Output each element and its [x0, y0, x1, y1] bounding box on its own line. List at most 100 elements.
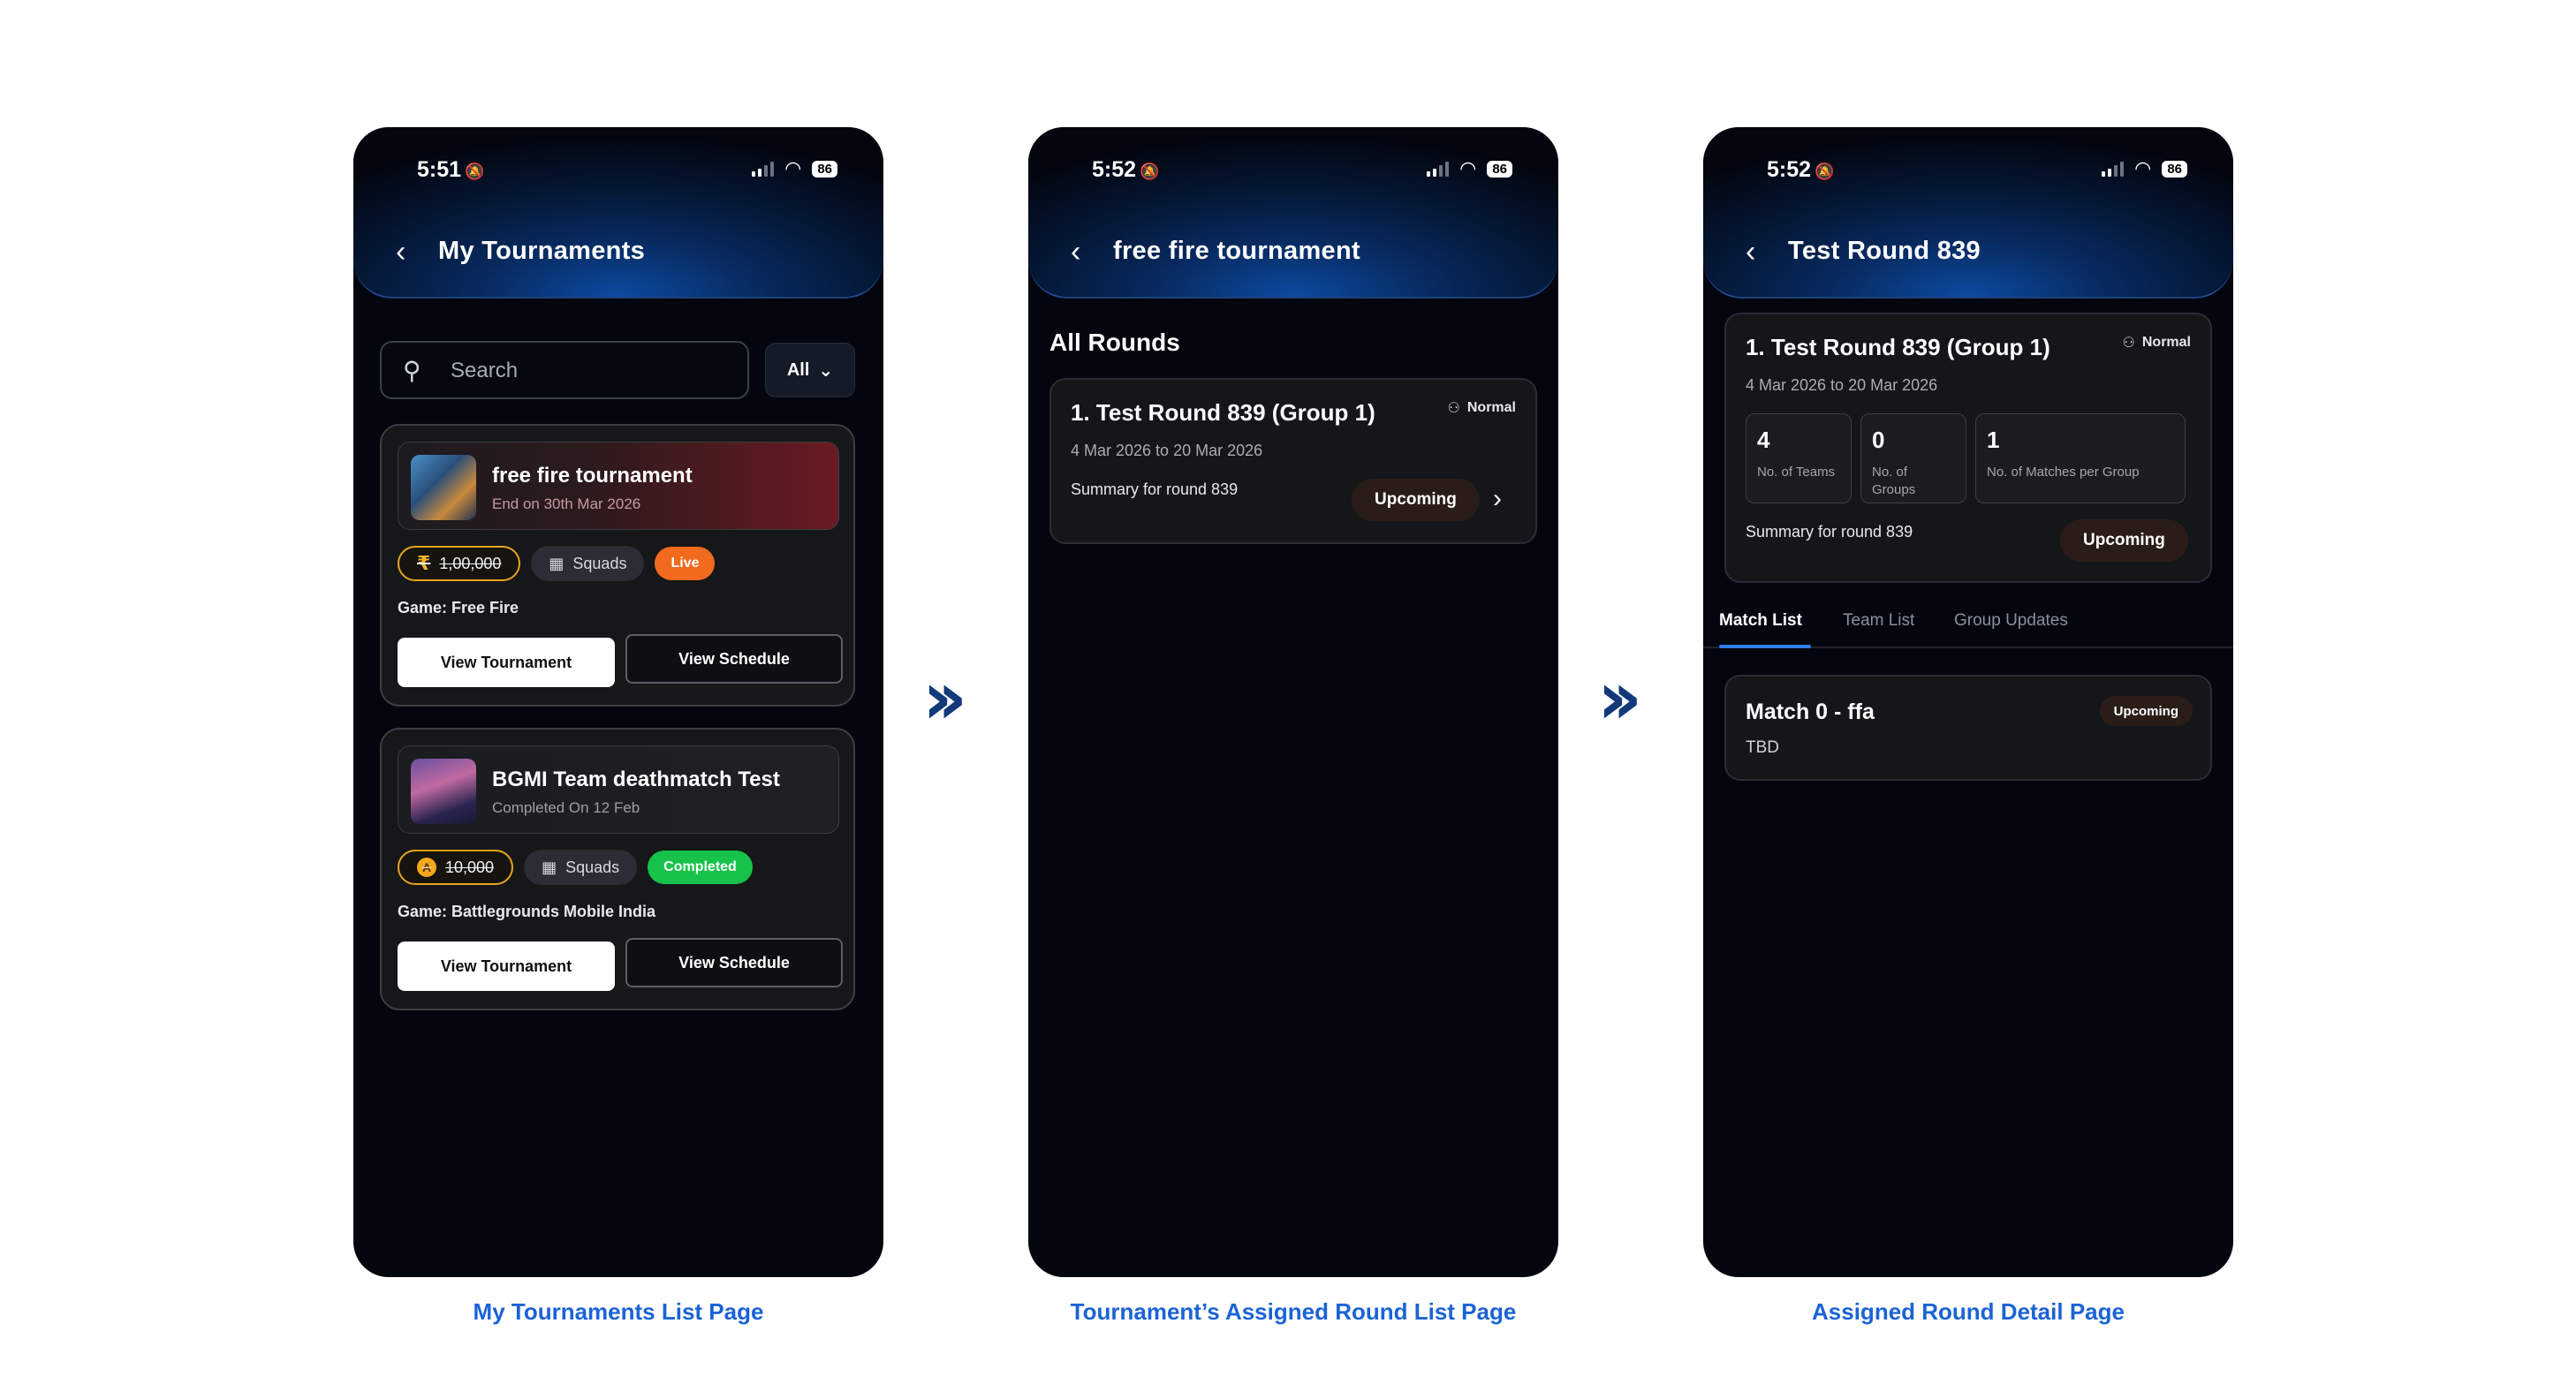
battery-icon: 86	[1487, 160, 1512, 178]
app-header: 5:52 🔕 ◠ 86 ‹ free fire tournament	[1028, 127, 1558, 299]
view-schedule-button[interactable]: View Schedule	[625, 634, 843, 684]
wifi-icon: ◠	[784, 157, 802, 179]
coin-icon: A	[417, 858, 436, 877]
tournament-end-date: End on 30th Mar 2026	[492, 495, 641, 512]
tab-group-updates[interactable]: Group Updates	[1954, 611, 2068, 631]
status-badge: Completed	[648, 851, 753, 884]
stat-label: No. of Groups	[1872, 465, 1916, 498]
section-title: All Rounds	[1049, 329, 1180, 356]
stat-teams: 4 No. of Teams	[1746, 413, 1852, 503]
back-icon[interactable]: ‹	[396, 237, 405, 267]
page-title: free fire tournament	[1113, 237, 1360, 265]
tournament-thumbnail	[411, 455, 476, 520]
stat-matches-per-group: 1 No. of Matches per Group	[1975, 413, 2186, 503]
prize-amount: 10,000	[445, 858, 495, 876]
search-box[interactable]: ⚲	[380, 341, 749, 399]
signal-icon	[752, 161, 775, 177]
wifi-icon: ◠	[2134, 157, 2152, 179]
round-detail-card: 1. Test Round 839 (Group 1) ⚇ Normal 4 M…	[1724, 313, 2212, 583]
match-name: Match 0 - ffa	[1746, 700, 1875, 724]
game-label: Game: Battlegrounds Mobile India	[398, 903, 656, 920]
tournament-name: free fire tournament	[492, 464, 693, 488]
chevron-down-icon: ⌄	[818, 360, 834, 381]
battery-icon: 86	[812, 160, 837, 178]
view-schedule-button[interactable]: View Schedule	[625, 938, 843, 987]
round-dates: 4 Mar 2026 to 20 Mar 2026	[1746, 376, 1938, 394]
search-icon: ⚲	[403, 357, 421, 384]
tournament-completed-date: Completed On 12 Feb	[492, 799, 640, 816]
tournament-card[interactable]: free fire tournament End on 30th Mar 202…	[380, 424, 855, 707]
battery-icon: 86	[2162, 160, 2187, 178]
status-time: 5:52 🔕	[1092, 157, 1160, 182]
round-stats: 4 No. of Teams 0 No. of Groups 1 No. of …	[1746, 413, 2186, 503]
active-tab-indicator	[1719, 645, 1811, 648]
status-bar-right: ◠ 86	[1427, 159, 1512, 178]
caption-round-detail-page: Assigned Round Detail Page	[1812, 1298, 2125, 1325]
game-label: Game: Free Fire	[398, 599, 519, 616]
status-badge: Live	[655, 547, 716, 580]
round-card[interactable]: 1. Test Round 839 (Group 1) ⚇ Normal 4 M…	[1049, 378, 1537, 544]
filter-dropdown[interactable]: All ⌄	[765, 343, 855, 397]
bell-off-icon: 🔕	[1815, 163, 1835, 180]
round-summary: Summary for round 839	[1746, 523, 1913, 541]
wifi-icon: ◠	[1459, 157, 1477, 179]
back-icon[interactable]: ‹	[1746, 237, 1755, 267]
mode-label: Squads	[572, 554, 627, 572]
view-tournament-button[interactable]: View Tournament	[398, 638, 615, 687]
match-time: TBD	[1746, 738, 1779, 757]
tournament-chips: ₹ 1,00,000 ▦ Squads Live	[398, 546, 716, 581]
status-time: 5:51 🔕	[417, 157, 485, 182]
stat-label: No. of Teams	[1757, 465, 1836, 480]
app-header: 5:51 🔕 ◠ 86 ‹ My Tournaments	[353, 127, 883, 299]
tournament-banner: BGMI Team deathmatch Test Completed On 1…	[398, 745, 839, 834]
map-icon: ▦	[542, 858, 557, 876]
status-bar-right: ◠ 86	[2102, 159, 2187, 178]
chevron-right-icon[interactable]: ›	[1493, 484, 1502, 514]
back-icon[interactable]: ‹	[1071, 237, 1080, 267]
round-type: ⚇ Normal	[2123, 334, 2191, 352]
tournament-thumbnail	[411, 759, 476, 824]
mode-label: Squads	[565, 858, 620, 876]
round-type: ⚇ Normal	[1448, 399, 1516, 417]
view-tournament-button[interactable]: View Tournament	[398, 941, 615, 991]
mode-chip: ▦ Squads	[531, 546, 645, 581]
tab-team-list[interactable]: Team List	[1843, 611, 1914, 631]
page-title: Test Round 839	[1788, 237, 1981, 265]
tournament-name: BGMI Team deathmatch Test	[492, 768, 780, 791]
round-dates: 4 Mar 2026 to 20 Mar 2026	[1071, 442, 1263, 459]
bell-off-icon: 🔕	[1140, 163, 1160, 180]
phone-round-list: 5:52 🔕 ◠ 86 ‹ free fire tournament All Ro…	[1028, 127, 1558, 1277]
round-summary: Summary for round 839	[1071, 480, 1239, 498]
stat-value: 1	[1987, 427, 2000, 453]
stat-value: 0	[1872, 427, 1885, 453]
tournament-banner: free fire tournament End on 30th Mar 202…	[398, 442, 839, 530]
round-status-badge: Upcoming	[1352, 479, 1480, 521]
double-chevron-icon: ››	[922, 654, 967, 741]
prize-chip: ₹ 1,00,000	[398, 546, 521, 581]
round-status-badge: Upcoming	[2060, 519, 2188, 562]
app-header: 5:52 🔕 ◠ 86 ‹ Test Round 839	[1703, 127, 2233, 299]
phone-round-detail: 5:52 🔕 ◠ 86 ‹ Test Round 839 1. Test Roun…	[1703, 127, 2233, 1277]
users-icon: ⚇	[2122, 336, 2135, 351]
prize-amount: 1,00,000	[439, 554, 502, 572]
map-icon: ▦	[549, 554, 564, 572]
page-title: My Tournaments	[438, 237, 646, 265]
stat-groups: 0 No. of Groups	[1860, 413, 1966, 503]
round-name: 1. Test Round 839 (Group 1)	[1071, 399, 1375, 426]
prize-chip: A 10,000	[398, 850, 514, 885]
round-type-label: Normal	[2141, 335, 2191, 350]
round-type-label: Normal	[1466, 400, 1516, 415]
match-card[interactable]: Match 0 - ffa TBD Upcoming	[1724, 675, 2212, 781]
bell-off-icon: 🔕	[465, 163, 485, 180]
caption-round-list-page: Tournament’s Assigned Round List Page	[1070, 1298, 1517, 1325]
search-input[interactable]	[451, 355, 733, 387]
users-icon: ⚇	[1447, 401, 1460, 416]
rupee-icon: ₹	[417, 552, 431, 574]
double-chevron-icon: ››	[1597, 654, 1642, 741]
round-name: 1. Test Round 839 (Group 1)	[1746, 334, 2050, 360]
signal-icon	[1427, 161, 1450, 177]
stat-value: 4	[1757, 427, 1770, 453]
tournament-card[interactable]: BGMI Team deathmatch Test Completed On 1…	[380, 728, 855, 1010]
tab-match-list[interactable]: Match List	[1719, 611, 1802, 631]
mode-chip: ▦ Squads	[524, 850, 638, 885]
